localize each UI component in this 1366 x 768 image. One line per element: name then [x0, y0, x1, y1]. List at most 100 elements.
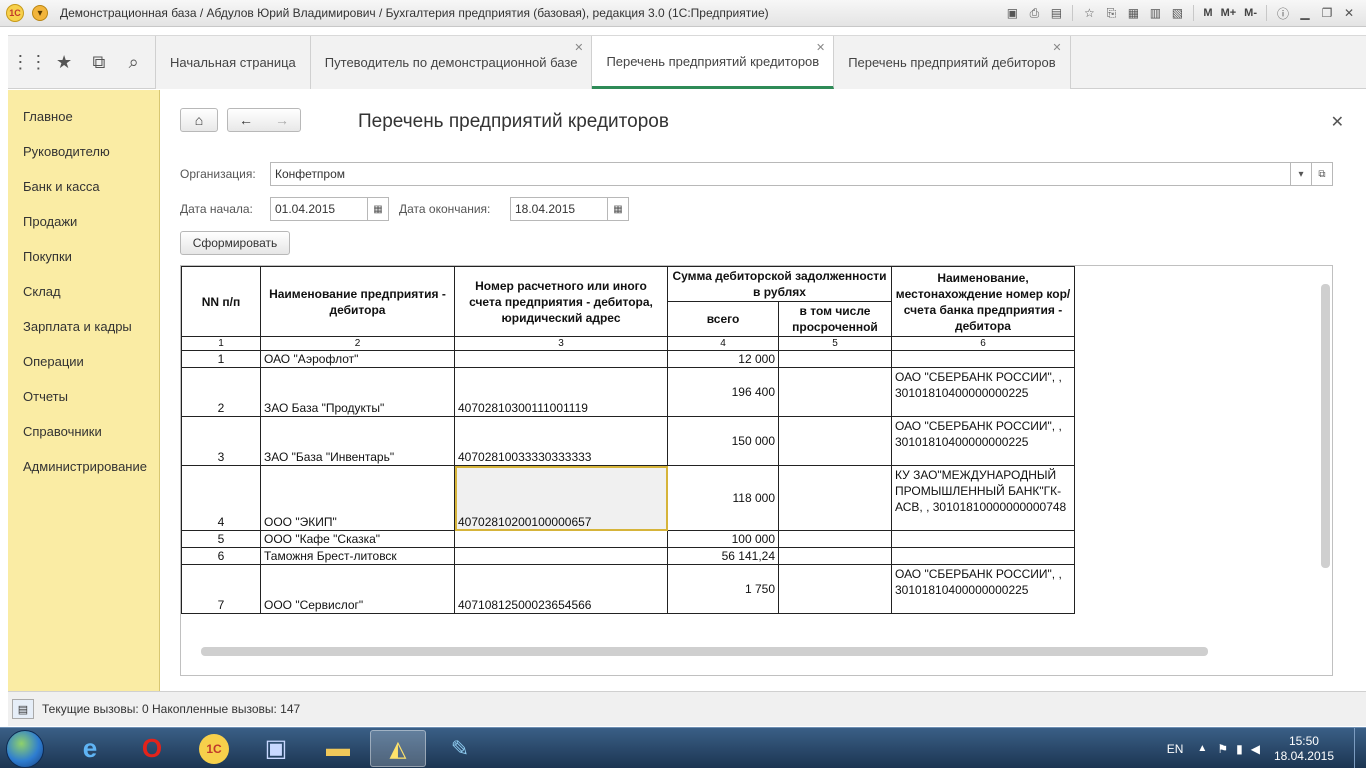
forward-arrow-icon[interactable]: → [275, 112, 289, 128]
start-date-field[interactable]: 01.04.2015 [270, 197, 368, 221]
tab-home[interactable]: Начальная страница [156, 36, 311, 89]
calculator-icon[interactable]: ▥ [1146, 4, 1164, 22]
table-row[interactable]: 7 ООО "Сервислог" 40710812500023654566 1… [181, 564, 1075, 614]
cell-overdue [778, 530, 892, 548]
window-title: Демонстрационная база / Абдулов Юрий Вла… [60, 6, 769, 20]
header-account: Номер расчетного или иного счета предпри… [454, 266, 668, 337]
sidebar-item-operations[interactable]: Операции [8, 344, 159, 379]
history-clock-icon[interactable]: ⧉ [85, 48, 113, 76]
sidebar-item-main[interactable]: Главное [8, 99, 159, 134]
header-bank: Наименование, местонахождение номер кор/… [891, 266, 1075, 337]
report-table: NN п/п Наименование предприятия - дебито… [181, 266, 1075, 614]
close-icon[interactable]: ✕ [816, 41, 825, 54]
start-button[interactable] [6, 730, 44, 768]
open-icon[interactable]: ⧉ [1311, 162, 1333, 186]
table-row[interactable]: 6 Таможня Брест-литовск 56 141,24 [181, 547, 1075, 565]
close-window-icon[interactable]: ✕ [1340, 4, 1358, 22]
main-menu-button[interactable]: ▾ [32, 5, 48, 21]
link-icon[interactable]: ⎘ [1102, 4, 1120, 22]
divider [1266, 5, 1267, 21]
clock[interactable]: 15:50 18.04.2015 [1274, 734, 1334, 764]
calendar-icon[interactable]: ▦ [367, 197, 389, 221]
sidebar-item-directories[interactable]: Справочники [8, 414, 159, 449]
clock-time: 15:50 [1288, 733, 1319, 748]
start-date-value: 01.04.2015 [275, 202, 336, 216]
section-panel: ⋮⋮ ★ ⧉ ⌕ Начальная страница Путеводитель… [8, 35, 1366, 89]
vertical-scrollbar[interactable] [1321, 284, 1330, 568]
opera-icon[interactable]: O [124, 730, 180, 767]
close-icon[interactable]: ✕ [1052, 41, 1061, 54]
end-date-field[interactable]: 18.04.2015 [510, 197, 608, 221]
home-button[interactable]: ⌂ [180, 108, 218, 132]
status-bar: ▤ Текущие вызовы: 0 Накопленные вызовы: … [8, 691, 1366, 726]
menu-grid-icon[interactable]: ⋮⋮ [11, 48, 47, 76]
sidebar-item-warehouse[interactable]: Склад [8, 274, 159, 309]
tab-creditors[interactable]: Перечень предприятий кредиторов ✕ [592, 36, 835, 89]
tab-guide[interactable]: Путеводитель по демонстрационной базе ✕ [310, 36, 593, 89]
network-icon[interactable]: ▮ [1236, 742, 1243, 756]
header-nn: NN п/п [181, 266, 261, 337]
system-tray: EN ▲ ⚑ ▮ ◀ 15:50 18.04.2015 [1167, 728, 1366, 768]
cell-nn: 7 [181, 564, 261, 614]
header-total: всего [667, 301, 779, 337]
folder-icon[interactable]: ▬ [310, 730, 366, 767]
sidebar-item-reports[interactable]: Отчеты [8, 379, 159, 414]
search-icon[interactable]: ⌕ [120, 48, 148, 76]
calendar-icon[interactable]: ▦ [607, 197, 629, 221]
table-row[interactable]: 5 ООО "Кафе "Сказка" 100 000 [181, 530, 1075, 548]
table-row[interactable]: 4 ООО "ЭКИП" 40702810200100000657 118 00… [181, 465, 1075, 531]
print-icon[interactable]: ⎙ [1025, 4, 1043, 22]
cell-nn: 5 [181, 530, 261, 548]
table-row[interactable]: 1 ОАО "Аэрофлот" 12 000 [181, 350, 1075, 368]
memory-minus-button[interactable]: M- [1242, 7, 1259, 19]
favorites-star-icon[interactable]: ★ [50, 48, 78, 76]
horizontal-scrollbar[interactable] [201, 647, 1208, 656]
table-row[interactable]: 2 ЗАО База "Продукты" 407028103001110011… [181, 367, 1075, 417]
preview-icon[interactable]: ▤ [1047, 4, 1065, 22]
dropdown-icon[interactable]: ▾ [1290, 162, 1312, 186]
cell-bank: ОАО "СБЕРБАНК РОССИИ", , 301018104000000… [891, 367, 1075, 417]
end-date-value: 18.04.2015 [515, 202, 576, 216]
header-name: Наименование предприятия - дебитора [260, 266, 455, 337]
tab-debtors[interactable]: Перечень предприятий дебиторов ✕ [834, 36, 1071, 89]
calendar-icon[interactable]: ▦ [1124, 4, 1142, 22]
paint-icon[interactable]: ✎ [432, 730, 488, 767]
generate-button[interactable]: Сформировать [180, 231, 290, 255]
minimize-icon[interactable]: ▁ [1296, 4, 1314, 22]
back-forward-buttons: ← → [227, 108, 301, 132]
sidebar-item-bank[interactable]: Банк и касса [8, 169, 159, 204]
sidebar-item-admin[interactable]: Администрирование [8, 449, 159, 484]
close-form-icon[interactable]: ✕ [1331, 112, 1344, 132]
language-indicator[interactable]: EN [1167, 742, 1184, 756]
ie-icon[interactable]: e [62, 730, 118, 767]
calls-monitor-icon[interactable]: ▤ [12, 699, 34, 719]
drawing-app-icon[interactable]: ◭ [370, 730, 426, 767]
cell-account [454, 530, 668, 548]
org-value: Конфетпром [275, 167, 346, 181]
sidebar-item-sales[interactable]: Продажи [8, 204, 159, 239]
tray-expand-icon[interactable]: ▲ [1197, 743, 1207, 754]
info-icon[interactable]: ⓘ [1274, 4, 1292, 22]
maximize-icon[interactable]: ❐ [1318, 4, 1336, 22]
show-desktop-button[interactable] [1354, 728, 1366, 768]
divider [1072, 5, 1074, 21]
cell-total: 12 000 [667, 350, 779, 368]
org-field[interactable]: Конфетпром [270, 162, 1291, 186]
memory-plus-button[interactable]: M+ [1219, 7, 1239, 19]
sidebar-item-salary[interactable]: Зарплата и кадры [8, 309, 159, 344]
selected-cell-account[interactable]: 40702810200100000657 [454, 465, 668, 531]
flag-icon[interactable]: ⚑ [1217, 742, 1228, 756]
save-icon[interactable]: ▣ [1003, 4, 1021, 22]
1c-icon[interactable]: 1С [186, 730, 242, 767]
tab-label: Начальная страница [170, 55, 296, 70]
sidebar-item-director[interactable]: Руководителю [8, 134, 159, 169]
favorite-add-icon[interactable]: ☆ [1080, 4, 1098, 22]
sidebar-item-purchases[interactable]: Покупки [8, 239, 159, 274]
save-disk-icon[interactable]: ▣ [248, 730, 304, 767]
close-icon[interactable]: ✕ [574, 41, 583, 54]
table-row[interactable]: 3 ЗАО "База "Инвентарь" 4070281003333033… [181, 416, 1075, 466]
history-icon[interactable]: ▧ [1168, 4, 1186, 22]
volume-icon[interactable]: ◀ [1251, 742, 1260, 756]
memory-button[interactable]: M [1201, 7, 1214, 19]
back-arrow-icon[interactable]: ← [239, 112, 253, 128]
